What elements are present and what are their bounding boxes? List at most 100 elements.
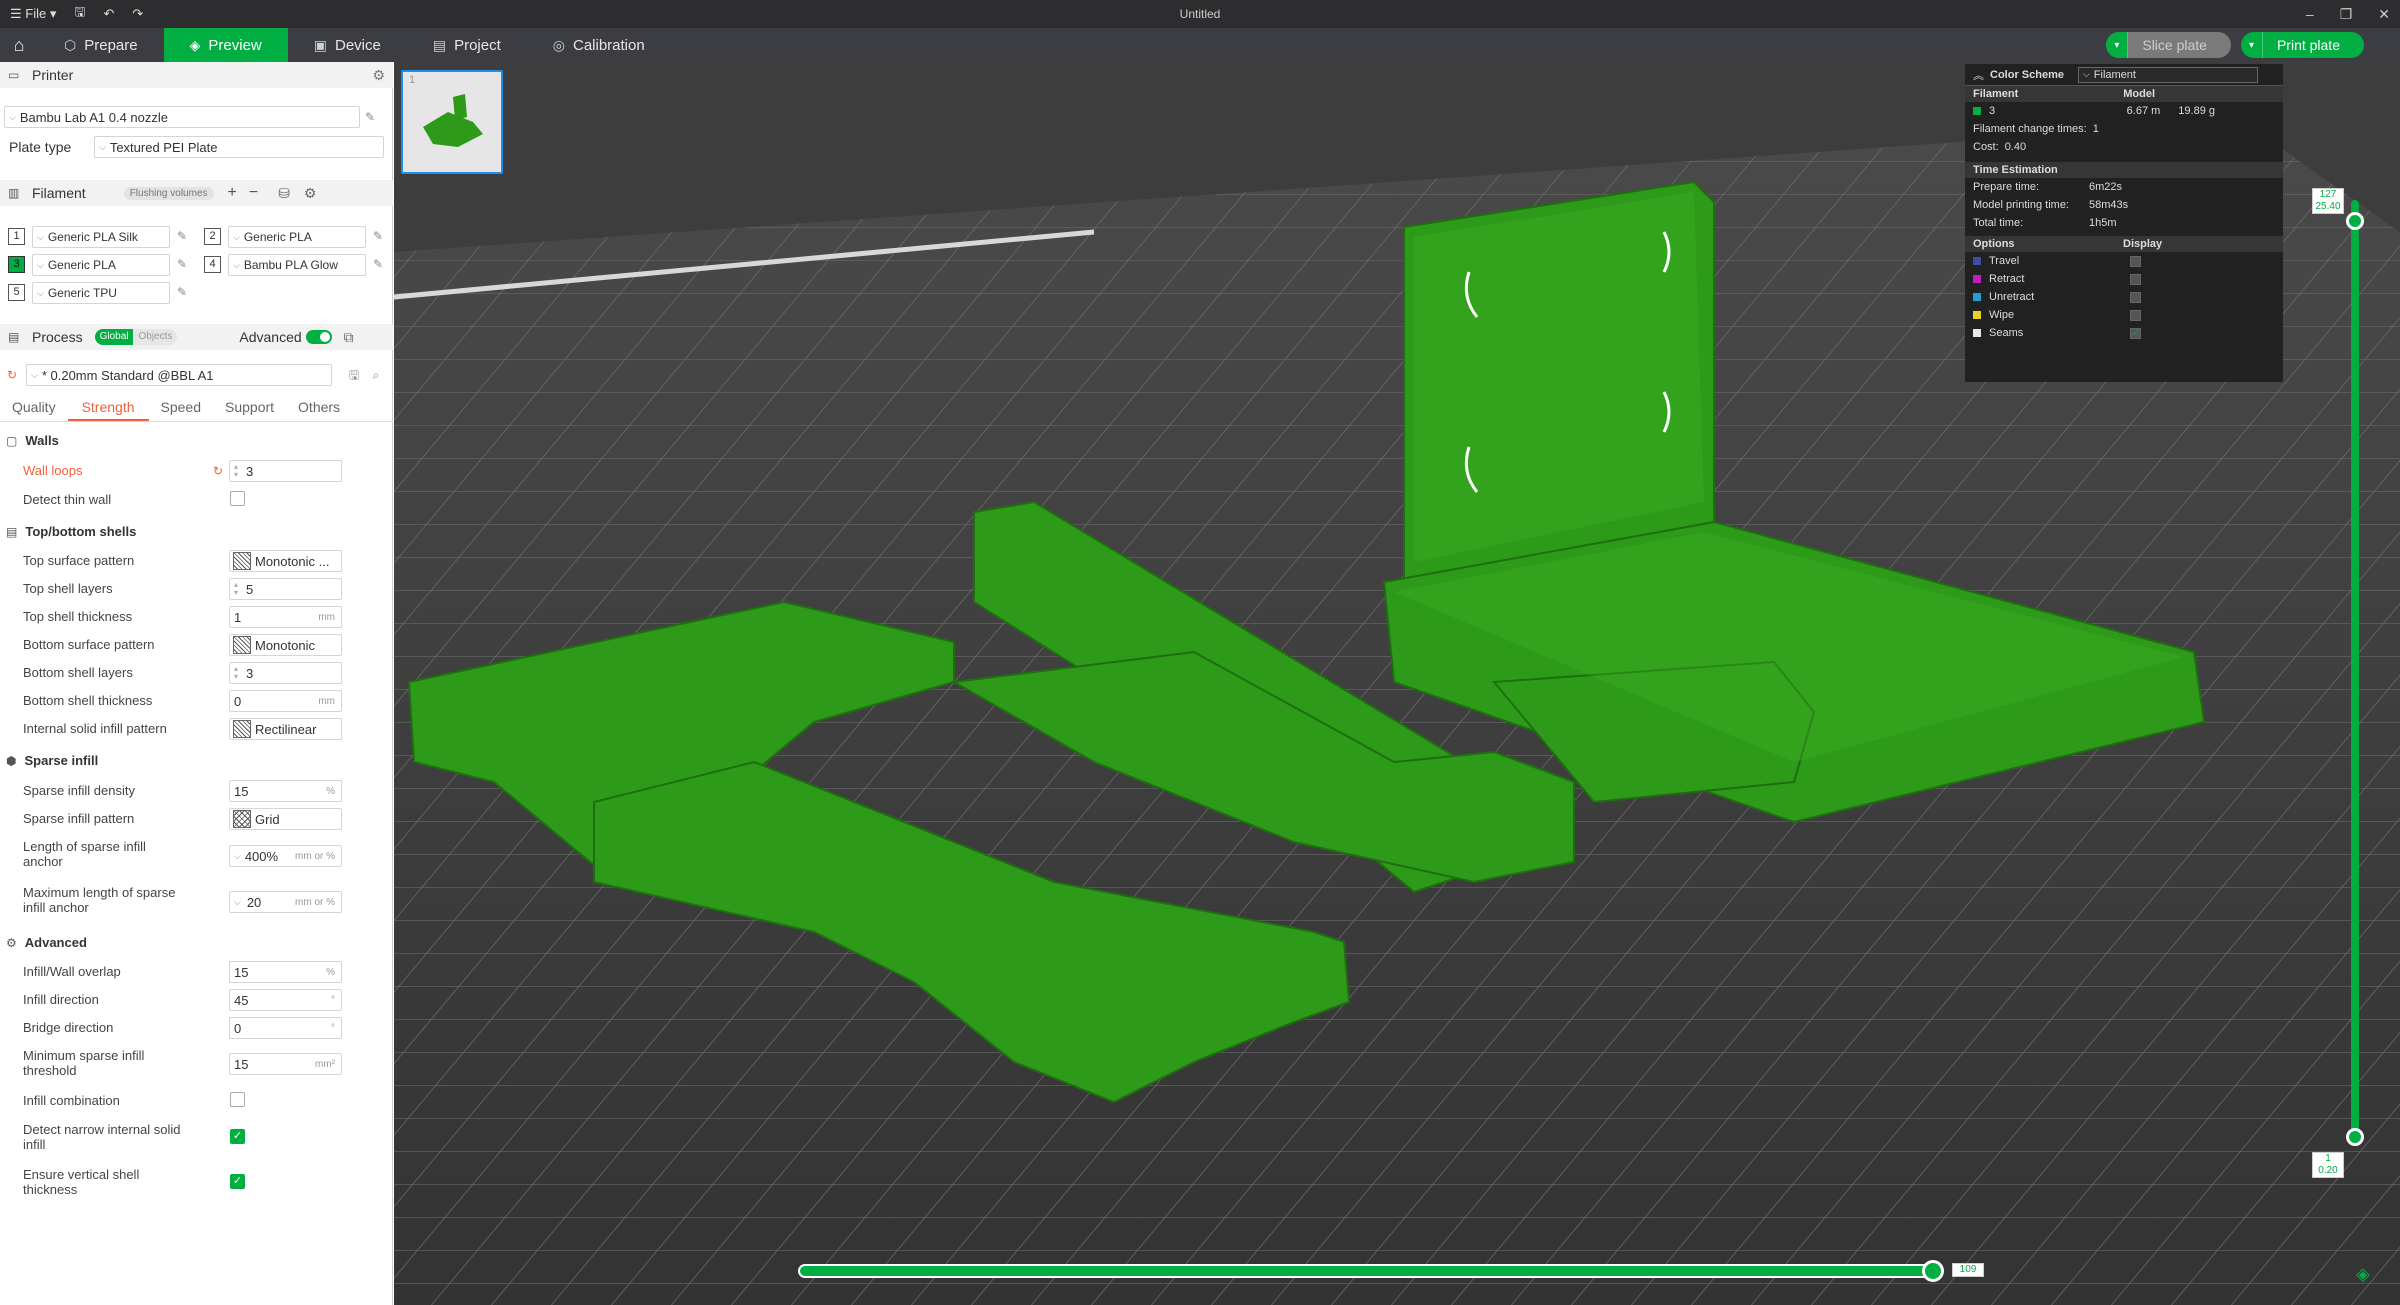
filament-2-select[interactable]: ⌵ Generic PLA — [228, 226, 366, 248]
chevron-down-icon: ⌵ — [233, 231, 240, 242]
edit-filament-2-icon[interactable]: ✎ — [370, 228, 386, 244]
filament-sync-icon[interactable]: ⛁ — [278, 185, 290, 202]
filament-1-select[interactable]: ⌵ Generic PLA Silk — [32, 226, 170, 248]
edit-filament-1-icon[interactable]: ✎ — [174, 228, 190, 244]
reset-wall-loops-icon[interactable]: ↻ — [210, 463, 226, 479]
close-button[interactable]: ✕ — [2378, 6, 2390, 23]
file-menu[interactable]: File — [25, 6, 46, 21]
redo-icon[interactable]: ↷ — [132, 6, 143, 22]
filament-icon: ▥ — [8, 186, 20, 200]
minimize-button[interactable]: – — [2306, 6, 2314, 22]
tab-speed[interactable]: Speed — [149, 397, 213, 421]
edit-filament-3-icon[interactable]: ✎ — [174, 256, 190, 272]
undo-icon[interactable]: ↶ — [103, 6, 114, 22]
process-preset-select[interactable]: ⌵ * 0.20mm Standard @BBL A1 — [26, 364, 332, 386]
save-icon[interactable]: 🖫 — [74, 3, 85, 25]
plate-thumbnail[interactable]: 1 — [401, 70, 503, 174]
print-plate-button[interactable]: ▾ Print plate — [2240, 32, 2364, 58]
edit-filament-4-icon[interactable]: ✎ — [370, 256, 386, 272]
spin-icon[interactable]: ▴ ▾ — [230, 665, 242, 681]
tab-support[interactable]: Support — [213, 397, 286, 421]
wall-loops-input[interactable]: ▴ ▾ 3 — [229, 460, 342, 482]
layer-slider[interactable] — [2351, 200, 2359, 1134]
tab-prepare[interactable]: ⬡ Prepare — [38, 28, 164, 62]
printer-icon: ▭ — [8, 68, 20, 82]
seams-display-checkbox[interactable]: ✓ — [2130, 327, 2141, 339]
color-scheme-select[interactable]: ⌵ Filament — [2077, 66, 2258, 83]
3d-viewport[interactable]: 1 ︽ Color Scheme ⌵ Filament Filament Mode… — [394, 62, 2400, 1305]
filament-3-select[interactable]: ⌵ Generic PLA — [32, 254, 170, 276]
tab-preview[interactable]: ◈ Preview — [163, 28, 288, 62]
monotonic-pattern-icon — [233, 552, 251, 570]
retract-display-checkbox[interactable] — [2130, 273, 2141, 285]
unretract-display-checkbox[interactable] — [2130, 291, 2141, 303]
tab-calibration[interactable]: ◎ Calibration — [527, 28, 671, 62]
collapse-icon[interactable]: ︽ — [1973, 67, 1984, 83]
travel-display-checkbox[interactable] — [2130, 255, 2141, 267]
bottom-layers-input[interactable]: ▴ ▾ 3 — [229, 662, 342, 684]
layer-slider-bottom-handle[interactable] — [2346, 1128, 2364, 1146]
search-icon[interactable]: ⌕ — [368, 367, 384, 383]
filament-4-select[interactable]: ⌵ Bambu PLA Glow — [228, 254, 366, 276]
infill-combination-checkbox[interactable] — [230, 1092, 245, 1107]
objects-option[interactable]: Objects — [133, 329, 178, 345]
detect-thin-wall-checkbox[interactable] — [230, 491, 245, 506]
tab-quality[interactable]: Quality — [0, 397, 68, 421]
printer-select[interactable]: ⌵ Bambu Lab A1 0.4 nozzle — [4, 106, 360, 128]
vertical-shell-checkbox[interactable]: ✓ — [230, 1174, 245, 1189]
tab-project[interactable]: ▤ Project — [407, 28, 527, 62]
home-icon[interactable]: ⌂ — [0, 28, 38, 62]
layer-slider-top-handle[interactable] — [2346, 212, 2364, 230]
add-filament-icon[interactable]: + — [228, 184, 237, 202]
process-compare-icon[interactable]: ⧉ — [344, 329, 354, 346]
option-wipe: Wipe — [1965, 306, 2283, 324]
move-slider[interactable] — [798, 1264, 1940, 1278]
plate-type-select[interactable]: ⌵ Textured PEI Plate — [94, 136, 384, 158]
global-option[interactable]: Global — [94, 329, 134, 345]
advanced-toggle[interactable] — [305, 330, 332, 344]
filament-5-select[interactable]: ⌵ Generic TPU — [32, 282, 170, 304]
density-input[interactable]: 15% — [229, 780, 342, 802]
min-sparse-input[interactable]: 15 mm² — [229, 1053, 342, 1075]
infill-pattern-select[interactable]: Grid — [229, 808, 342, 830]
narrow-infill-checkbox[interactable]: ✓ — [230, 1129, 245, 1144]
edit-filament-5-icon[interactable]: ✎ — [174, 284, 190, 300]
min-sparse-label: Minimum sparse infill threshold — [23, 1048, 145, 1078]
bottom-pattern-select[interactable]: Monotonic — [229, 634, 342, 656]
top-layers-input[interactable]: ▴ ▾ 5 — [229, 578, 342, 600]
global-objects-switch[interactable]: Global Objects — [94, 329, 178, 345]
print-dropdown-icon[interactable]: ▾ — [2241, 32, 2263, 58]
filament-model-header: Filament Model — [1965, 86, 2283, 102]
spin-icon[interactable]: ▴ ▾ — [230, 581, 242, 597]
edit-printer-icon[interactable]: ✎ — [362, 109, 378, 125]
top-thickness-input[interactable]: 1 mm — [229, 606, 342, 628]
tab-device[interactable]: ▣ Device — [288, 28, 407, 62]
flushing-volumes-button[interactable]: Flushing volumes — [123, 186, 214, 200]
filament-settings-icon[interactable]: ⚙ — [304, 185, 317, 202]
reset-preset-icon[interactable]: ↻ — [4, 367, 20, 383]
internal-pattern-select[interactable]: Rectilinear — [229, 718, 342, 740]
sparse-infill-group-title: ⬢ Sparse infill — [6, 753, 99, 768]
layers-view-icon[interactable]: ◈ — [2356, 1264, 2370, 1285]
top-pattern-select[interactable]: Monotonic ... — [229, 550, 342, 572]
spin-icon[interactable]: ▴ ▾ — [230, 463, 242, 479]
anchor-input[interactable]: ⌵ 400% mm or % — [229, 845, 342, 867]
slice-dropdown-icon[interactable]: ▾ — [2106, 32, 2129, 58]
top-pattern-label: Top surface pattern — [23, 553, 135, 568]
save-preset-icon[interactable]: 🖫 — [346, 367, 362, 383]
menu-icon[interactable]: ☰ File ▾ — [10, 6, 56, 22]
bottom-thickness-input[interactable]: 0 mm — [229, 690, 342, 712]
remove-filament-icon[interactable]: − — [249, 184, 258, 202]
restore-button[interactable]: ❐ — [2340, 6, 2353, 23]
bridge-direction-input[interactable]: 0 ° — [229, 1017, 342, 1039]
move-slider-handle[interactable] — [1922, 1260, 1944, 1282]
slice-plate-button[interactable]: ▾ Slice plate — [2106, 32, 2231, 58]
printer-settings-icon[interactable]: ⚙ — [372, 67, 385, 84]
tab-others[interactable]: Others — [286, 397, 352, 421]
max-anchor-input[interactable]: ⌵ 20 mm or % — [229, 891, 342, 913]
wipe-display-checkbox[interactable] — [2130, 309, 2141, 321]
tab-strength[interactable]: Strength — [67, 397, 149, 421]
infill-direction-input[interactable]: 45 ° — [229, 989, 342, 1011]
overlap-input[interactable]: 15% — [229, 961, 342, 983]
chevron-down-icon: ⌵ — [233, 259, 240, 270]
